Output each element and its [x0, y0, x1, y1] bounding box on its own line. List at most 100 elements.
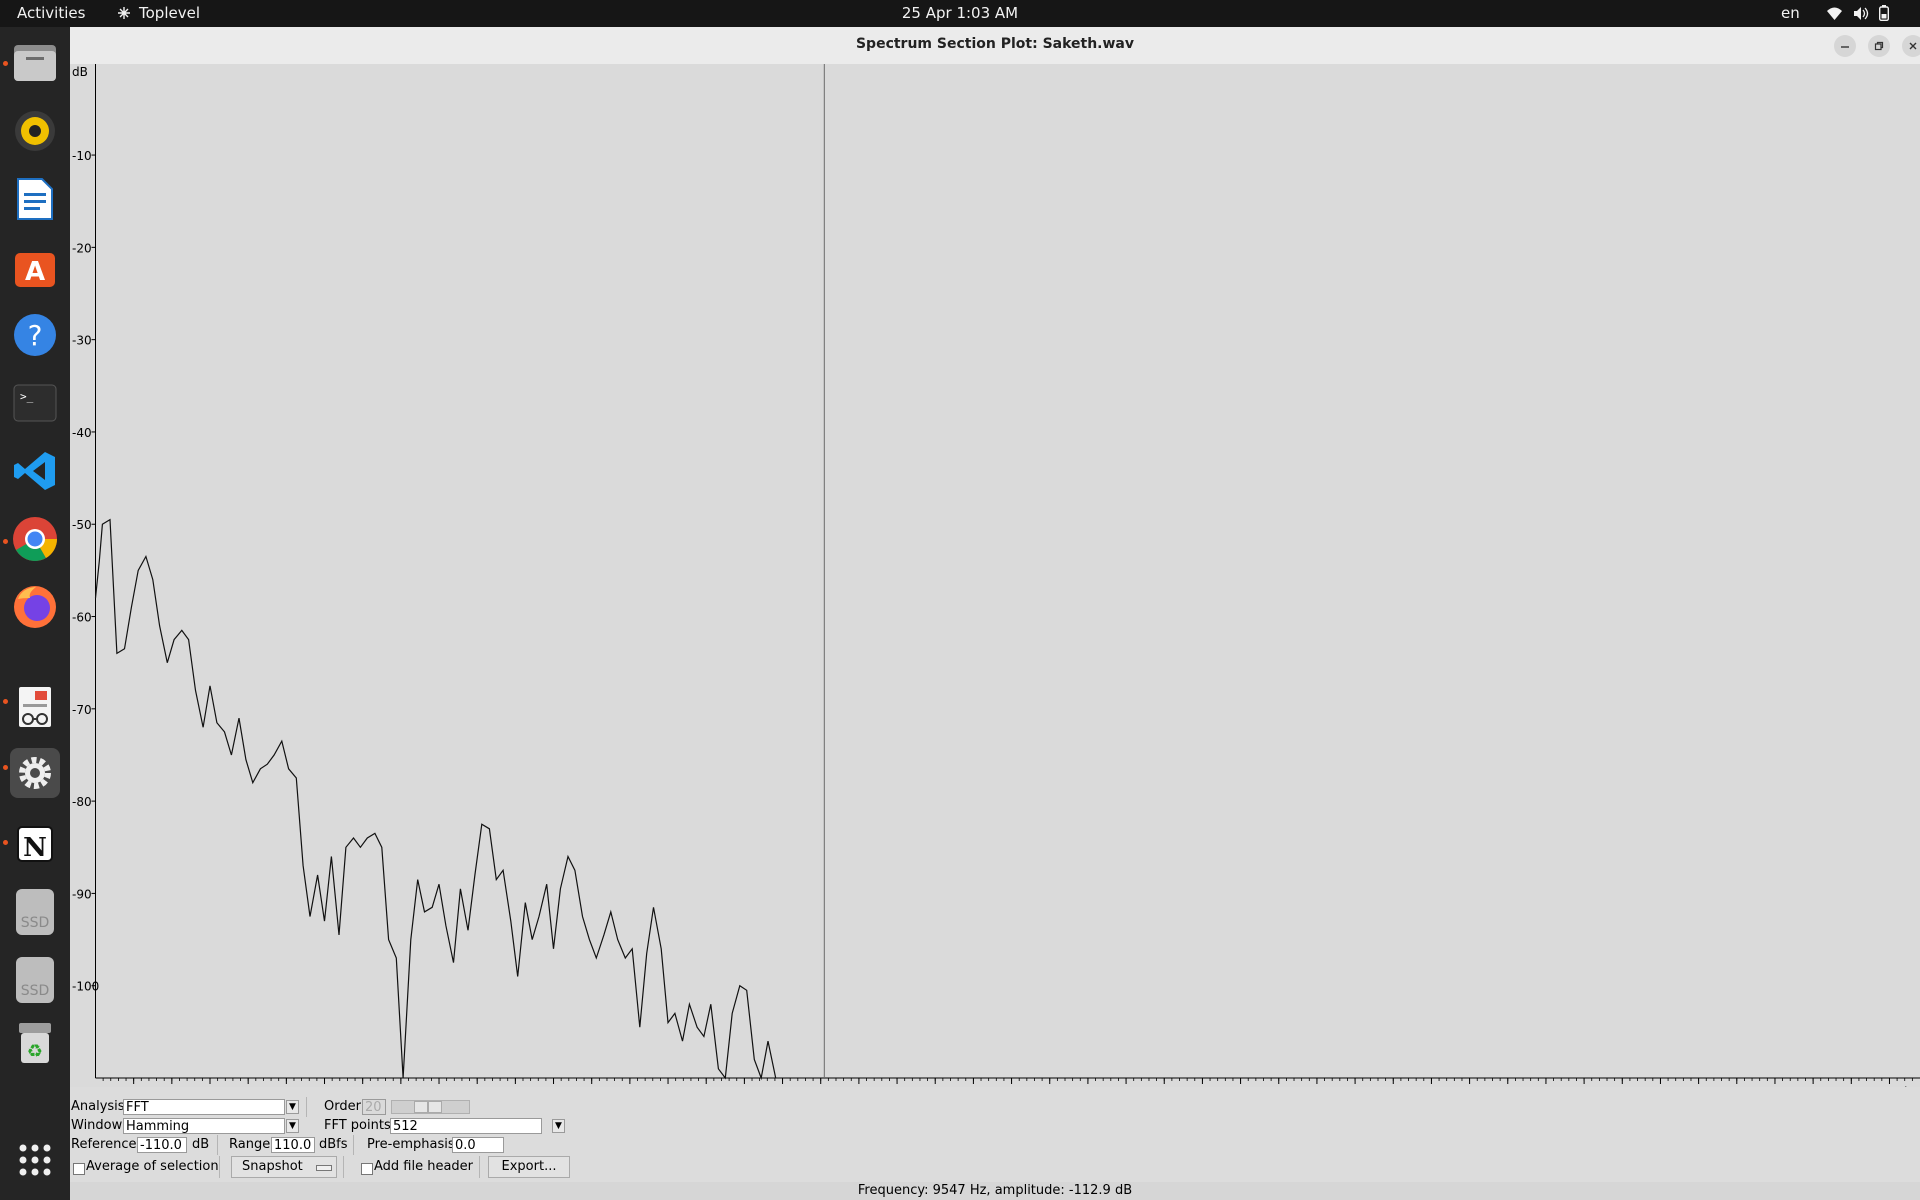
app-menu-icon: [118, 7, 130, 19]
notion-icon[interactable]: N: [10, 819, 60, 869]
chrome-icon[interactable]: [10, 514, 60, 564]
software-center-icon[interactable]: A: [10, 242, 60, 292]
spectrum-line: [94, 518, 777, 1081]
order-slider: [391, 1100, 470, 1114]
clock[interactable]: 25 Apr 1:03 AM: [902, 4, 1018, 22]
settings-icon[interactable]: [10, 748, 60, 798]
close-icon: [1909, 42, 1917, 50]
snapshot-menu-icon[interactable]: [316, 1165, 332, 1171]
y-tick-label: -20: [72, 241, 92, 255]
ssd-drive-label: SSD: [16, 957, 54, 1003]
order-slider-thumb: [414, 1101, 428, 1113]
app-menu-label: Toplevel: [139, 4, 200, 22]
fft-points-label: FFT points:: [324, 1118, 396, 1133]
battery-icon: [1879, 5, 1889, 21]
preemphasis-input[interactable]: 0.0: [452, 1137, 504, 1153]
fft-points-dropdown-arrow-icon[interactable]: ▼: [552, 1119, 565, 1133]
terminal-icon[interactable]: >_: [10, 378, 60, 428]
window-title: Spectrum Section Plot: Saketh.wav: [855, 36, 1135, 52]
range-unit: dBfs: [319, 1137, 348, 1152]
vscode-icon[interactable]: [10, 446, 60, 496]
spectrum-plot-area[interactable]: dB-10-20-30-40-50-60-70-80-90-1000.51.01…: [70, 64, 1920, 1087]
firefox-icon[interactable]: [10, 582, 60, 632]
app-menu[interactable]: Toplevel: [116, 4, 200, 22]
reference-unit: dB: [192, 1137, 210, 1152]
reference-label: Reference:: [71, 1137, 141, 1152]
separator: [306, 1097, 307, 1117]
svg-text:A: A: [25, 257, 45, 287]
y-axis-label: dB: [72, 65, 88, 79]
files-app-icon[interactable]: [10, 38, 60, 88]
export-button[interactable]: Export...: [488, 1156, 570, 1178]
order-label: Order:: [324, 1099, 366, 1114]
close-button[interactable]: [1902, 35, 1920, 57]
y-tick-label: -10: [72, 149, 92, 163]
running-indicator: [3, 699, 8, 704]
add-file-header-checkbox[interactable]: [361, 1163, 373, 1175]
y-tick-label: -100: [72, 980, 99, 994]
svg-text:N: N: [23, 833, 47, 863]
window-dropdown-arrow-icon[interactable]: ▼: [286, 1119, 299, 1133]
dock: A ? >_ N SSD SSD ♻: [0, 27, 70, 1200]
svg-text:>_: >_: [20, 390, 34, 403]
minimize-icon: [1841, 46, 1849, 48]
rhythmbox-icon[interactable]: [10, 106, 60, 156]
range-label: Range:: [229, 1137, 275, 1152]
separator: [353, 1135, 354, 1155]
window-titlebar[interactable]: Spectrum Section Plot: Saketh.wav: [70, 27, 1920, 65]
separator: [479, 1156, 480, 1178]
analysis-controls-panel: Analysis: FFT ▼ Order: 20 Window: Hammin…: [70, 1087, 1920, 1182]
minimize-button[interactable]: [1834, 35, 1856, 57]
ssd-drive-icon[interactable]: SSD: [10, 887, 60, 937]
help-icon[interactable]: ?: [10, 310, 60, 360]
range-input[interactable]: 110.0: [271, 1137, 315, 1153]
running-indicator: [3, 840, 8, 845]
y-tick-label: -60: [72, 611, 92, 625]
average-selection-label: Average of selection: [86, 1159, 219, 1174]
ssd-drive-icon[interactable]: SSD: [10, 955, 60, 1005]
restore-icon: [1874, 41, 1884, 51]
y-tick-label: -40: [72, 426, 92, 440]
y-tick-label: -70: [72, 703, 92, 717]
activities-button[interactable]: Activities: [17, 4, 85, 22]
reference-input[interactable]: -110.0: [137, 1137, 187, 1153]
status-bar: Frequency: 9547 Hz, amplitude: -112.9 dB: [70, 1182, 1920, 1200]
y-tick-label: -90: [72, 887, 92, 901]
maximize-button[interactable]: [1868, 35, 1890, 57]
input-language-indicator[interactable]: en: [1781, 4, 1800, 22]
ssd-drive-label: SSD: [16, 889, 54, 935]
order-field: 20: [362, 1099, 386, 1115]
analysis-dropdown-arrow-icon[interactable]: ▼: [286, 1100, 299, 1114]
running-indicator: [3, 61, 8, 66]
snapshot-button-label: Snapshot: [242, 1159, 303, 1174]
svg-text:♻: ♻: [27, 1041, 43, 1062]
y-tick-label: -50: [72, 518, 92, 532]
window-label: Window:: [71, 1118, 126, 1133]
analysis-dropdown[interactable]: FFT: [123, 1099, 285, 1115]
system-top-bar: Activities Toplevel 25 Apr 1:03 AM en: [0, 0, 1920, 27]
separator: [343, 1156, 344, 1178]
running-indicator: [3, 539, 8, 544]
running-indicator: [3, 765, 8, 770]
show-applications-icon[interactable]: [10, 1135, 60, 1185]
order-slider-thumb: [428, 1101, 442, 1113]
trash-icon[interactable]: ♻: [10, 1018, 60, 1068]
y-tick-label: -30: [72, 334, 92, 348]
svg-text:?: ?: [28, 319, 43, 352]
wifi-icon: [1827, 7, 1842, 20]
volume-icon: [1854, 6, 1869, 20]
window-dropdown[interactable]: Hamming: [123, 1118, 285, 1134]
spectrum-plot[interactable]: dB-10-20-30-40-50-60-70-80-90-1000.51.01…: [70, 64, 1920, 1087]
average-selection-checkbox[interactable]: [73, 1163, 85, 1175]
fft-points-dropdown[interactable]: 512: [390, 1118, 542, 1134]
status-text: Frequency: 9547 Hz, amplitude: -112.9 dB: [857, 1183, 1133, 1198]
writer-icon[interactable]: [10, 174, 60, 224]
y-tick-label: -80: [72, 795, 92, 809]
separator: [217, 1135, 218, 1155]
system-tray[interactable]: [1826, 5, 1889, 21]
preemphasis-label: Pre-emphasis:: [367, 1137, 460, 1152]
analysis-label: Analysis:: [71, 1099, 129, 1114]
add-file-header-label: Add file header: [374, 1159, 474, 1174]
document-viewer-icon[interactable]: [10, 682, 60, 732]
separator: [219, 1156, 220, 1178]
